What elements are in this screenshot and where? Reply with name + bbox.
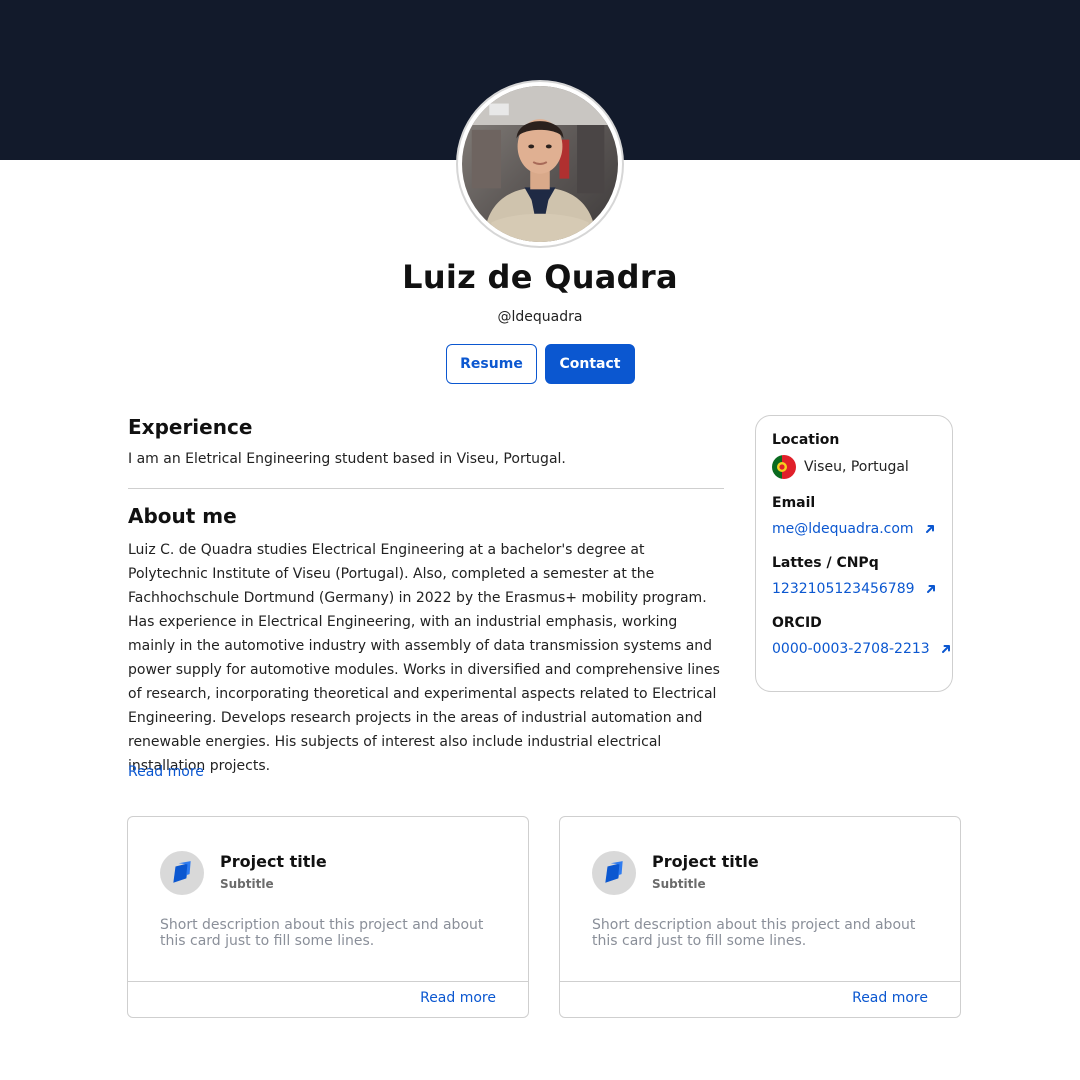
resume-button[interactable]: Resume	[446, 344, 537, 384]
orcid-label: ORCID	[772, 615, 822, 631]
profile-handle: @ldequadra	[497, 309, 583, 325]
about-text: Luiz C. de Quadra studies Electrical Eng…	[128, 542, 720, 774]
orcid-link[interactable]: 0000-0003-2708-2213	[772, 641, 952, 657]
project-icon	[160, 851, 204, 895]
location-value-row: Viseu, Portugal	[772, 455, 909, 479]
contact-info-card: Location Viseu, Portugal Email me@ldequa…	[755, 415, 953, 692]
profile-avatar	[456, 80, 624, 248]
card-divider	[560, 981, 960, 982]
project-description: Short description about this project and…	[592, 917, 916, 949]
card-divider	[128, 981, 528, 982]
email-value[interactable]: me@ldequadra.com	[772, 521, 914, 537]
project-title: Project title	[652, 852, 759, 871]
profile-photo	[462, 86, 618, 242]
profile-name: Luiz de Quadra	[402, 258, 678, 296]
orcid-value[interactable]: 0000-0003-2708-2213	[772, 641, 930, 657]
project-description: Short description about this project and…	[160, 917, 484, 949]
project-card[interactable]: Project title Subtitle Short description…	[559, 816, 961, 1018]
external-link-icon	[941, 645, 950, 653]
about-title: About me	[128, 504, 237, 528]
project-subtitle: Subtitle	[652, 877, 706, 891]
lattes-label: Lattes / CNPq	[772, 555, 879, 571]
project-read-more-link[interactable]: Read more	[420, 990, 496, 1006]
lattes-value[interactable]: 1232105123456789	[772, 581, 915, 597]
project-icon	[592, 851, 636, 895]
section-divider	[128, 488, 724, 489]
location-label: Location	[772, 432, 840, 448]
contact-button[interactable]: Contact	[545, 344, 635, 384]
email-link[interactable]: me@ldequadra.com	[772, 521, 936, 537]
portugal-flag-icon	[772, 455, 796, 479]
project-read-more-link[interactable]: Read more	[852, 990, 928, 1006]
experience-title: Experience	[128, 415, 253, 439]
lattes-link[interactable]: 1232105123456789	[772, 581, 937, 597]
email-label: Email	[772, 495, 816, 511]
about-read-more-link[interactable]: Read more	[128, 764, 204, 780]
external-link-icon	[926, 585, 935, 593]
experience-text: I am an Eletrical Engineering student ba…	[128, 451, 566, 467]
project-card[interactable]: Project title Subtitle Short description…	[127, 816, 529, 1018]
external-link-icon	[925, 525, 934, 533]
project-subtitle: Subtitle	[220, 877, 274, 891]
project-title: Project title	[220, 852, 327, 871]
location-value: Viseu, Portugal	[804, 459, 909, 475]
